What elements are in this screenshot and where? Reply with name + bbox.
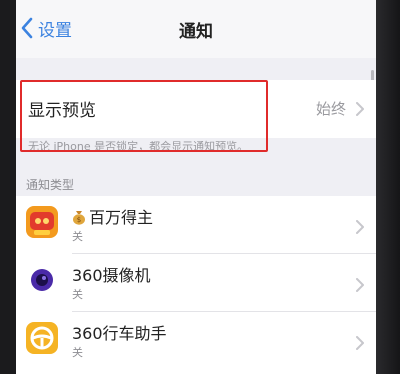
navigation-bar: 设置 通知 (16, 0, 376, 58)
page-title: 通知 (179, 22, 213, 42)
app-status: 关 (72, 346, 83, 359)
notification-style-header: 通知类型 (26, 178, 75, 192)
device-bezel (376, 0, 400, 374)
steering-wheel-icon (26, 322, 58, 354)
app-status: 关 (72, 288, 83, 301)
app-status: 关 (72, 230, 83, 243)
chevron-right-icon (356, 278, 364, 292)
app-row-baiwandezhu[interactable]: $ 百万得主 关 (16, 196, 376, 254)
app-name-label: $ 百万得主 (72, 204, 153, 229)
app-name-text: 360摄像机 (72, 266, 151, 285)
chevron-right-icon (356, 102, 364, 116)
money-bag-icon: $ (72, 209, 86, 229)
show-preview-value: 始终 (315, 100, 346, 118)
app-row-360-driving-assistant[interactable]: 360行车助手 关 (16, 312, 376, 370)
app-name-text: 百万得主 (89, 208, 154, 227)
app-row-360-camera[interactable]: 360摄像机 关 (16, 254, 376, 312)
app-name-text: 360行车助手 (72, 324, 167, 343)
camera-app-icon (26, 264, 58, 296)
app-list: $ 百万得主 关 360摄像机 关 360行车助手 关 (16, 196, 376, 374)
chevron-right-icon (356, 336, 364, 350)
highlight-box (20, 80, 268, 152)
app-icon-baiwandezhu (26, 206, 58, 238)
chevron-right-icon (356, 220, 364, 234)
svg-text:$: $ (77, 216, 81, 224)
settings-screen: 设置 通知 显示预览 始终 无论 iPhone 是否锁定，都会显示通知预览。 通… (16, 0, 376, 374)
